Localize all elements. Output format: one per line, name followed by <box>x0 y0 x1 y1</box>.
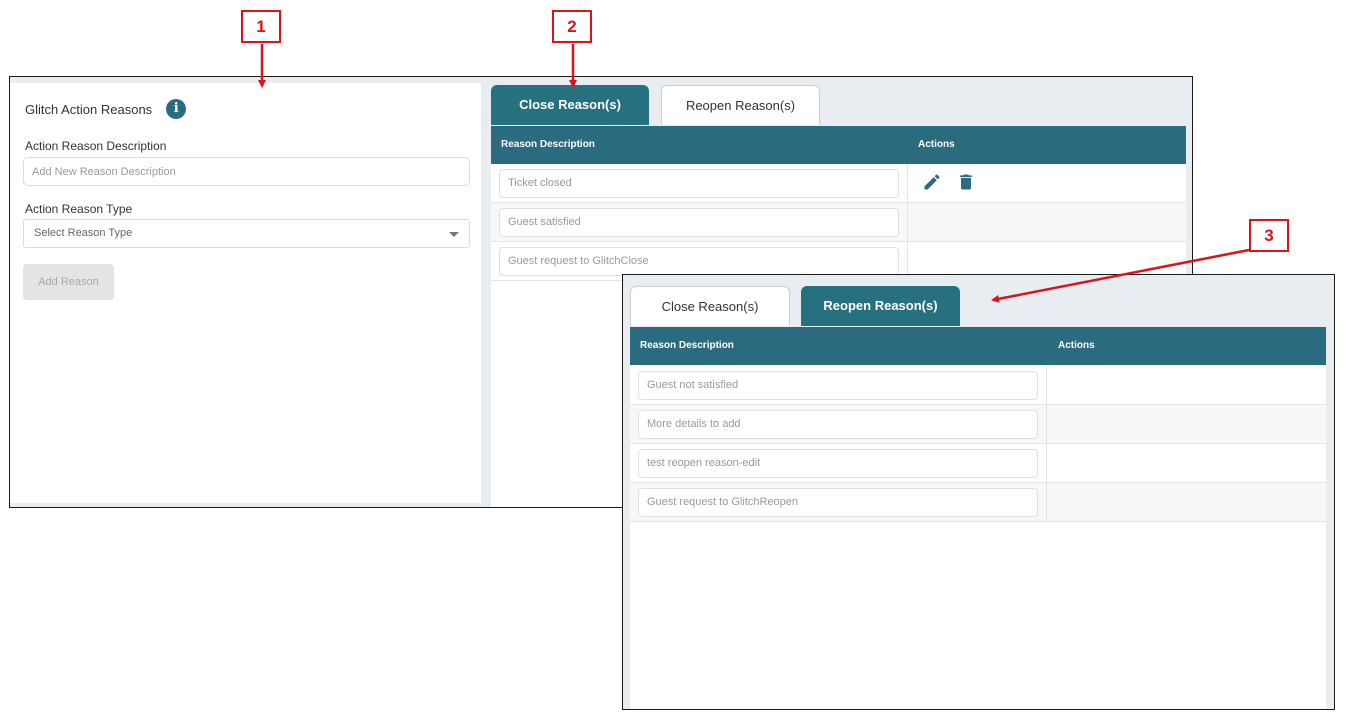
column-divider <box>1046 366 1047 405</box>
inset-screenshot-frame: Close Reason(s) Reopen Reason(s) Reason … <box>622 274 1335 710</box>
add-reason-button[interactable]: Add Reason <box>23 264 114 300</box>
callout-badge-3: 3 <box>1249 219 1289 252</box>
tab-close-reasons[interactable]: Close Reason(s) <box>491 85 649 125</box>
tab-reopen-reasons[interactable]: Reopen Reason(s) <box>661 85 820 125</box>
table-row: Ticket closed <box>491 164 1186 203</box>
table-row: test reopen reason-edit <box>630 444 1326 483</box>
column-divider <box>907 203 908 242</box>
reason-description-field[interactable]: Guest not satisfied <box>638 371 1038 400</box>
reason-description-field[interactable]: Guest request to GlitchReopen <box>638 488 1038 517</box>
pencil-icon[interactable] <box>922 172 942 192</box>
column-header-actions: Actions <box>1058 340 1095 351</box>
tab-reopen-reasons[interactable]: Reopen Reason(s) <box>801 286 960 326</box>
column-header-description: Reason Description <box>501 139 595 150</box>
reason-description-field[interactable]: Ticket closed <box>499 169 899 198</box>
type-label: Action Reason Type <box>25 202 133 216</box>
table-header: Reason Description Actions <box>491 126 1186 164</box>
chevron-down-icon <box>449 232 459 237</box>
reason-description-field[interactable]: Guest satisfied <box>499 208 899 237</box>
reason-description-input[interactable] <box>23 157 470 186</box>
trash-icon[interactable] <box>956 172 976 192</box>
info-icon[interactable]: i <box>166 99 187 119</box>
reason-description-field[interactable]: test reopen reason-edit <box>638 449 1038 478</box>
table-row: Guest request to GlitchReopen <box>630 483 1326 522</box>
callout-badge-2: 2 <box>552 10 592 43</box>
column-divider <box>907 164 908 203</box>
description-label: Action Reason Description <box>25 139 167 153</box>
column-divider <box>1046 483 1047 522</box>
table-header: Reason Description Actions <box>630 327 1326 365</box>
callout-badge-1: 1 <box>241 10 281 43</box>
column-header-description: Reason Description <box>640 340 734 351</box>
reason-type-select[interactable]: Select Reason Type <box>23 219 470 248</box>
reason-description-field[interactable]: More details to add <box>638 410 1038 439</box>
table-row: More details to add <box>630 405 1326 444</box>
table-row: Guest satisfied <box>491 203 1186 242</box>
column-divider <box>1046 405 1047 444</box>
form-title: Glitch Action Reasons i <box>25 99 187 119</box>
table-row: Guest not satisfied <box>630 366 1326 405</box>
tab-close-reasons[interactable]: Close Reason(s) <box>630 286 790 326</box>
column-divider <box>1046 444 1047 483</box>
reopen-reasons-table: Reason Description Actions Guest not sat… <box>630 327 1326 709</box>
reason-description-field[interactable]: Guest request to GlitchClose <box>499 247 899 276</box>
column-header-actions: Actions <box>918 139 955 150</box>
glitch-action-reasons-form: Glitch Action Reasons i Action Reason De… <box>10 83 481 503</box>
reason-type-selected: Select Reason Type <box>34 227 133 239</box>
form-title-text: Glitch Action Reasons <box>25 101 153 117</box>
